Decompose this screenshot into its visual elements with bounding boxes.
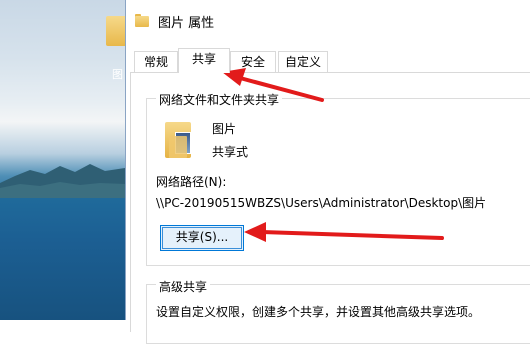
title-bar[interactable]: 图片 属性 [126,0,530,44]
desktop-folder-icon[interactable] [98,12,125,52]
shared-item-state: 共享式 [212,145,249,159]
desktop-background: 图 [0,0,125,320]
shared-item-name: 图片 [212,122,237,136]
tab-security[interactable]: 安全 [230,51,276,72]
network-path-value: \\PC-20190515WBZS\Users\Administrator\De… [156,196,487,210]
folder-icon [135,14,149,27]
tab-general[interactable]: 常规 [134,51,178,72]
window-title: 图片 属性 [158,16,215,31]
network-path-label: 网络路径(N): [156,175,227,189]
share-button-focus-ring [162,227,242,249]
network-sharing-label: 网络文件和文件夹共享 [156,91,283,108]
properties-dialog: 图片 属性 常规 共享 安全 自定义 网络文件和文件夹共享 图片 共享式 网络路… [125,0,530,344]
share-button[interactable]: 共享(S)... [160,225,244,251]
tab-customize[interactable]: 自定义 [278,51,328,72]
mountain-horizon [0,164,125,198]
advanced-sharing-description: 设置自定义权限，创建多个共享，并设置其他高级共享选项。 [156,305,481,319]
shared-folder-icon [161,120,197,160]
desktop-folder-label[interactable]: 图 [112,66,123,82]
tab-sharing[interactable]: 共享 [178,48,230,73]
advanced-sharing-label: 高级共享 [156,278,211,295]
